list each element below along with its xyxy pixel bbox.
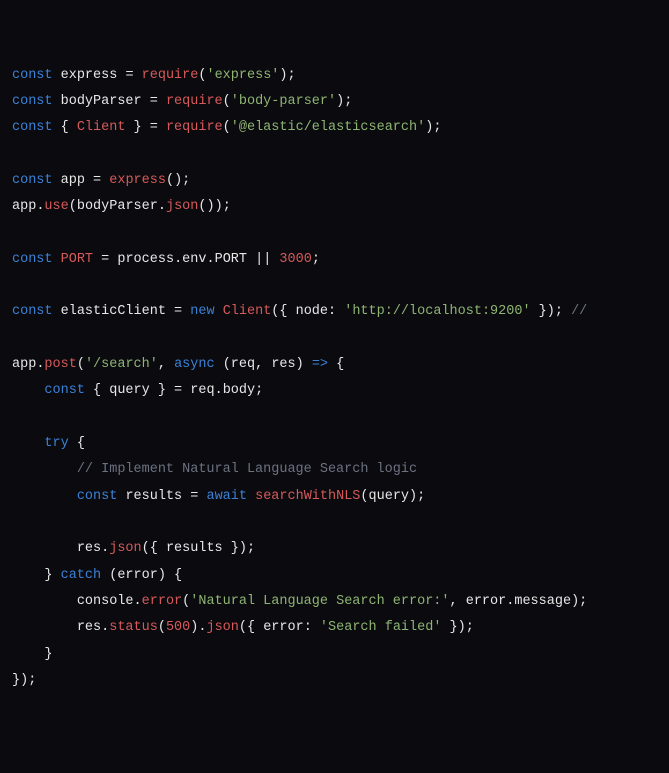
- string-literal: 'Natural Language Search error:': [190, 594, 449, 609]
- code-line: }: [12, 642, 657, 668]
- code-line: } catch (error) {: [12, 563, 657, 589]
- identifier: message: [514, 594, 571, 609]
- number-literal: 3000: [279, 252, 311, 267]
- identifier: express: [61, 68, 118, 83]
- identifier: body: [223, 383, 255, 398]
- code-line: // Implement Natural Language Search log…: [12, 457, 657, 483]
- keyword: const: [44, 383, 85, 398]
- function-call: require: [166, 94, 223, 109]
- class-name: Client: [77, 120, 126, 135]
- identifier: app: [61, 173, 85, 188]
- method-call: error: [142, 594, 183, 609]
- arrow: =>: [312, 357, 328, 372]
- identifier: app: [12, 199, 36, 214]
- method-call: json: [206, 620, 238, 635]
- identifier: env: [182, 252, 206, 267]
- code-line: app.use(bodyParser.json());: [12, 194, 657, 220]
- blank-line: [12, 510, 657, 536]
- code-line: const bodyParser = require('body-parser'…: [12, 89, 657, 115]
- keyword: new: [190, 304, 214, 319]
- code-line: const app = express();: [12, 168, 657, 194]
- keyword: const: [12, 252, 53, 267]
- identifier: results: [125, 489, 182, 504]
- keyword: const: [12, 304, 53, 319]
- string-literal: 'Search failed': [320, 620, 442, 635]
- code-line: const express = require('express');: [12, 63, 657, 89]
- keyword: const: [12, 68, 53, 83]
- method-call: json: [109, 541, 141, 556]
- function-call: require: [166, 120, 223, 135]
- identifier: elasticClient: [61, 304, 166, 319]
- function-call: searchWithNLS: [255, 489, 360, 504]
- string-literal: '@elastic/elasticsearch': [231, 120, 425, 135]
- code-line: const results = await searchWithNLS(quer…: [12, 484, 657, 510]
- identifier: PORT: [215, 252, 247, 267]
- identifier: res: [77, 541, 101, 556]
- keyword: const: [12, 94, 53, 109]
- blank-line: [12, 405, 657, 431]
- keyword: const: [12, 120, 53, 135]
- identifier: error: [466, 594, 507, 609]
- identifier: bodyParser: [61, 94, 142, 109]
- blank-line: [12, 273, 657, 299]
- identifier: query: [369, 489, 410, 504]
- code-line: const { Client } = require('@elastic/ela…: [12, 115, 657, 141]
- code-line: const { query } = req.body;: [12, 378, 657, 404]
- identifier: req: [231, 357, 255, 372]
- property-key: error: [263, 620, 304, 635]
- identifier: res: [77, 620, 101, 635]
- keyword: try: [44, 436, 68, 451]
- code-line: try {: [12, 431, 657, 457]
- method-call: json: [166, 199, 198, 214]
- code-line: res.status(500).json({ error: 'Search fa…: [12, 615, 657, 641]
- string-literal: 'http://localhost:9200': [344, 304, 530, 319]
- blank-line: [12, 326, 657, 352]
- function-call: express: [109, 173, 166, 188]
- string-literal: '/search': [85, 357, 158, 372]
- code-line: console.error('Natural Language Search e…: [12, 589, 657, 615]
- code-line: app.post('/search', async (req, res) => …: [12, 352, 657, 378]
- keyword: const: [77, 489, 118, 504]
- code-editor: const express = require('express');const…: [12, 63, 657, 695]
- keyword: catch: [61, 568, 102, 583]
- identifier: bodyParser: [77, 199, 158, 214]
- blank-line: [12, 142, 657, 168]
- class-name: Client: [223, 304, 272, 319]
- method-call: status: [109, 620, 158, 635]
- string-literal: 'express': [206, 68, 279, 83]
- identifier: res: [271, 357, 295, 372]
- identifier: app: [12, 357, 36, 372]
- code-line: res.json({ results });: [12, 536, 657, 562]
- identifier: results: [166, 541, 223, 556]
- function-call: require: [142, 68, 199, 83]
- string-literal: 'body-parser': [231, 94, 336, 109]
- constant: PORT: [61, 252, 93, 267]
- keyword: await: [206, 489, 247, 504]
- keyword: async: [174, 357, 215, 372]
- identifier: req: [190, 383, 214, 398]
- code-line: const PORT = process.env.PORT || 3000;: [12, 247, 657, 273]
- method-call: post: [44, 357, 76, 372]
- code-line: });: [12, 668, 657, 694]
- comment: // Implement Natural Language Search log…: [77, 462, 417, 477]
- number-literal: 500: [166, 620, 190, 635]
- method-call: use: [44, 199, 68, 214]
- code-line: const elasticClient = new Client({ node:…: [12, 299, 657, 325]
- property-key: node: [296, 304, 328, 319]
- identifier: error: [117, 568, 158, 583]
- identifier: process: [117, 252, 174, 267]
- comment: //: [563, 304, 587, 319]
- identifier: query: [109, 383, 150, 398]
- keyword: const: [12, 173, 53, 188]
- identifier: console: [77, 594, 134, 609]
- blank-line: [12, 221, 657, 247]
